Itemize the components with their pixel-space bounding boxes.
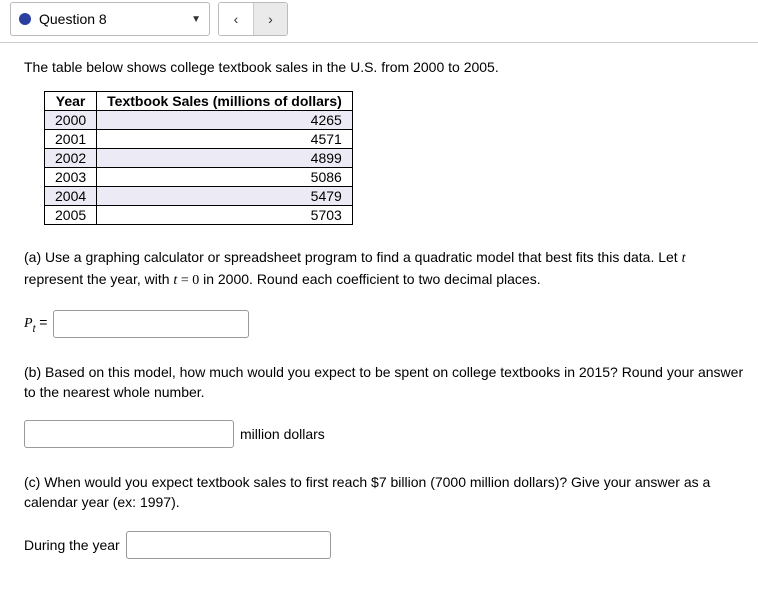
part-b-answer-row: million dollars bbox=[24, 420, 748, 448]
cell-year: 2003 bbox=[45, 168, 97, 187]
table-row: 2004 5479 bbox=[45, 187, 353, 206]
part-c-text: (c) When would you expect textbook sales… bbox=[24, 472, 744, 513]
cell-value: 4571 bbox=[97, 130, 353, 149]
eq-sym: = bbox=[177, 273, 192, 288]
question-select[interactable]: Question 8 ▼ bbox=[10, 2, 210, 36]
status-dot-icon bbox=[19, 13, 31, 25]
part-b-unit: million dollars bbox=[240, 426, 325, 442]
part-b-input[interactable] bbox=[24, 420, 234, 448]
cell-year: 2002 bbox=[45, 149, 97, 168]
cell-year: 2001 bbox=[45, 130, 97, 149]
cell-value: 5479 bbox=[97, 187, 353, 206]
part-a-input[interactable] bbox=[53, 310, 249, 338]
question-intro: The table below shows college textbook s… bbox=[24, 59, 748, 75]
eq-sign: = bbox=[39, 314, 47, 330]
var-P: P bbox=[24, 316, 33, 331]
part-a-mid: represent the year, with bbox=[24, 271, 173, 287]
part-a-answer-row: Pt = bbox=[24, 310, 748, 338]
prev-question-button[interactable]: ‹ bbox=[219, 3, 253, 35]
cell-year: 2004 bbox=[45, 187, 97, 206]
part-c-label: During the year bbox=[24, 537, 120, 553]
var-t: t bbox=[682, 251, 686, 266]
question-nav: ‹ › bbox=[218, 2, 288, 36]
cell-year: 2005 bbox=[45, 206, 97, 225]
question-content: The table below shows college textbook s… bbox=[0, 43, 758, 603]
part-b-text: (b) Based on this model, how much would … bbox=[24, 362, 744, 403]
table-row: 2002 4899 bbox=[45, 149, 353, 168]
question-select-label: Question 8 bbox=[39, 11, 191, 27]
cell-value: 5703 bbox=[97, 206, 353, 225]
table-row: 2001 4571 bbox=[45, 130, 353, 149]
data-table: Year Textbook Sales (millions of dollars… bbox=[44, 91, 353, 225]
table-header-sales: Textbook Sales (millions of dollars) bbox=[97, 92, 353, 111]
cell-value: 4265 bbox=[97, 111, 353, 130]
table-row: 2005 5703 bbox=[45, 206, 353, 225]
part-a-text: (a) Use a graphing calculator or spreads… bbox=[24, 247, 744, 292]
toolbar: Question 8 ▼ ‹ › bbox=[0, 0, 758, 43]
table-row: 2003 5086 bbox=[45, 168, 353, 187]
cell-value: 4899 bbox=[97, 149, 353, 168]
answer-label-Pt: Pt = bbox=[24, 314, 47, 334]
cell-value: 5086 bbox=[97, 168, 353, 187]
chevron-down-icon: ▼ bbox=[191, 14, 201, 25]
subscript-t: t bbox=[33, 324, 36, 335]
next-question-button[interactable]: › bbox=[253, 3, 287, 35]
part-a-prefix: (a) Use a graphing calculator or spreads… bbox=[24, 249, 682, 265]
cell-year: 2000 bbox=[45, 111, 97, 130]
part-c-input[interactable] bbox=[126, 531, 331, 559]
table-row: 2000 4265 bbox=[45, 111, 353, 130]
table-header-year: Year bbox=[45, 92, 97, 111]
part-c-answer-row: During the year bbox=[24, 531, 748, 559]
part-a-suffix: in 2000. Round each coefficient to two d… bbox=[199, 271, 540, 287]
